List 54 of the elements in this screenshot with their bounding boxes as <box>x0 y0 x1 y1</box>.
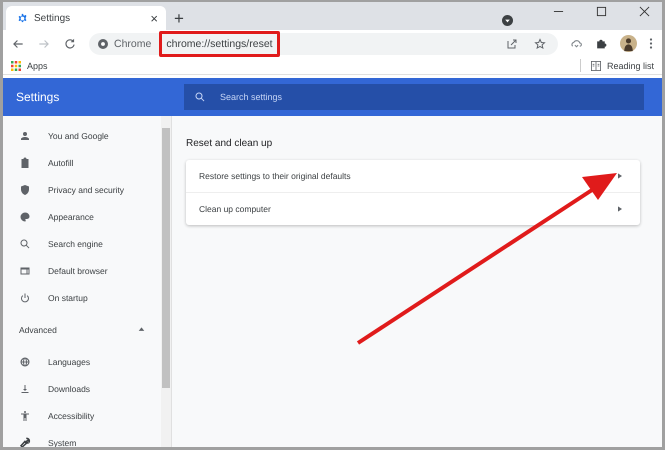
wrench-icon <box>19 436 31 447</box>
settings-row[interactable]: Restore settings to their original defaults <box>186 160 640 192</box>
gear-icon <box>17 12 28 24</box>
chrome-icon <box>98 38 108 48</box>
sidebar-item[interactable]: Downloads <box>48 384 90 394</box>
avatar-icon[interactable] <box>620 35 637 52</box>
apps-bookmark[interactable]: Apps <box>27 60 48 70</box>
power-icon <box>19 292 31 304</box>
caret-icon <box>618 206 622 212</box>
globe-icon <box>19 356 31 368</box>
new-tab-button[interactable]: + <box>174 9 184 29</box>
star-icon[interactable] <box>534 38 546 50</box>
menu-icon[interactable] <box>649 37 653 50</box>
sidebar-item[interactable]: Privacy and security <box>48 184 124 194</box>
reading-list-icon[interactable] <box>590 60 601 70</box>
section-title: Reset and clean up <box>186 138 274 149</box>
advanced-section-toggle[interactable]: Advanced <box>19 324 57 334</box>
scrollbar[interactable] <box>161 116 171 447</box>
sidebar-item[interactable]: Appearance <box>48 212 94 222</box>
reading-list-button[interactable]: Reading list <box>606 60 654 70</box>
search-bar[interactable]: Search settings <box>184 84 644 110</box>
search-input[interactable]: Search settings <box>218 91 634 103</box>
sidebar-item[interactable]: You and Google <box>48 130 109 140</box>
sidebar-item[interactable]: Search engine <box>48 238 103 248</box>
tab-title: Settings <box>34 12 72 24</box>
download-icon <box>19 382 31 394</box>
sidebar-item[interactable]: Default browser <box>48 266 108 276</box>
clipboard-icon <box>19 156 31 168</box>
browser-window-icon <box>19 264 31 276</box>
sidebar-item[interactable]: Autofill <box>48 158 74 168</box>
accessibility-icon <box>19 410 31 422</box>
shield-icon <box>19 184 31 196</box>
address-bar[interactable]: Chrome chrome://settings/reset <box>89 32 558 54</box>
reload-icon[interactable] <box>63 36 77 50</box>
maximize-icon[interactable] <box>596 6 607 17</box>
search-icon <box>194 91 206 103</box>
site-label: Chrome <box>114 38 152 50</box>
share-icon[interactable] <box>506 38 518 50</box>
browser-tab[interactable]: Settings × <box>6 6 166 30</box>
sidebar-item[interactable]: Languages <box>48 356 90 366</box>
sidebar-item[interactable]: Accessibility <box>48 410 94 420</box>
sidebar-item[interactable]: System <box>48 438 76 447</box>
search-icon <box>19 238 31 250</box>
page-title: Settings <box>15 90 60 104</box>
close-tab-button[interactable]: × <box>150 10 158 26</box>
url-text: chrome://settings/reset <box>166 38 273 50</box>
close-icon[interactable] <box>639 6 650 17</box>
puzzle-piece-icon[interactable] <box>595 37 608 50</box>
apps-grid-icon[interactable] <box>11 60 21 70</box>
sidebar-item[interactable]: On startup <box>48 292 88 302</box>
profile-dropdown-icon[interactable] <box>502 14 513 26</box>
cloud-link-icon[interactable] <box>570 37 583 50</box>
caret-icon[interactable] <box>138 326 145 333</box>
person-icon <box>19 130 31 142</box>
